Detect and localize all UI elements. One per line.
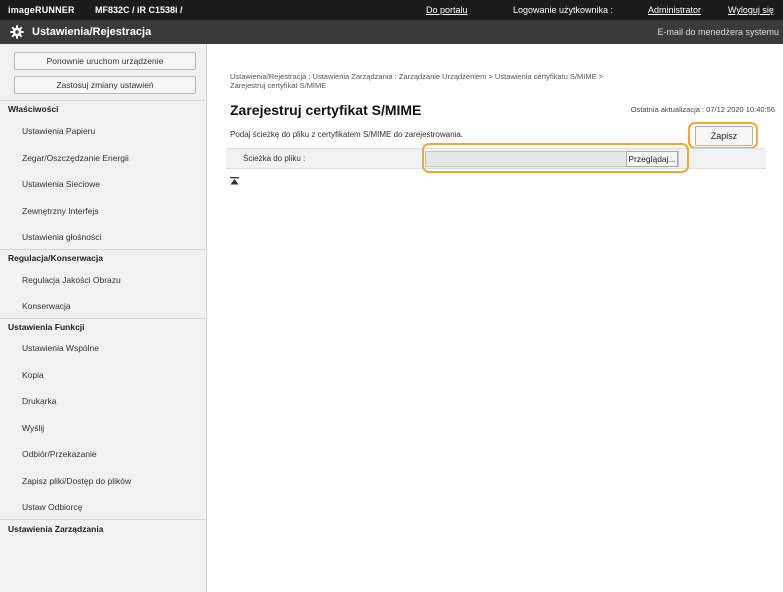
gear-icon [10,25,24,39]
section-title: Ustawienia/Rejestracja [32,26,152,38]
top-bar: imageRUNNER MF832C / iR C1538i / Do port… [0,0,783,20]
sidebar-item-set-destination[interactable]: Ustaw Odbiorcę [22,502,82,512]
sidebar-item-volume-settings[interactable]: Ustawienia głośności [22,232,101,242]
sidebar-section-management: Ustawienia Zarządzania [8,524,104,534]
file-input-highlight [422,143,689,173]
sidebar-item-network-settings[interactable]: Ustawienia Sieciowe [22,179,100,189]
logged-user-label: Logowanie użytkownika : [513,5,614,15]
sidebar-item-send[interactable]: Wyślij [22,423,44,433]
sidebar-item-store-access-files[interactable]: Zapisz pliki/Dostęp do plików [22,476,131,486]
apply-settings-button[interactable]: Zastosuj zmiany ustawień [14,76,196,94]
divider [0,519,207,520]
save-button[interactable]: Zapisz [695,126,753,146]
divider [0,100,207,101]
main-content: Ustawienia/Rejestracja : Ustawienia Zarz… [207,44,783,592]
sidebar-item-timer-energy[interactable]: Zegar/Oszczędzanie Energii [22,153,129,163]
sidebar-item-common-settings[interactable]: Ustawienia Wspólne [22,343,99,353]
sidebar-item-receive-forward[interactable]: Odbiór/Przekazanie [22,449,97,459]
sidebar-item-printer[interactable]: Drukarka [22,396,56,406]
page-title: Zarejestruj certyfikat S/MIME [230,102,422,118]
sidebar-item-paper-settings[interactable]: Ustawienia Papieru [22,126,95,136]
file-path-label: Ścieżka do pliku : [243,154,306,163]
sidebar-item-external-interface[interactable]: Zewnętrzny Interfejs [22,206,99,216]
sidebar-item-maintenance[interactable]: Konserwacja [22,301,71,311]
restart-device-button[interactable]: Ponownie uruchom urządzenie [14,52,196,70]
brand-label: imageRUNNER [8,5,75,15]
sidebar: Ponownie uruchom urządzenie Zastosuj zmi… [0,44,207,592]
breadcrumb: Ustawienia/Rejestracja : Ustawienia Zarz… [230,72,770,90]
sidebar-section-adjustment: Regulacja/Konserwacja [8,253,103,263]
model-label: MF832C / iR C1538i / [95,5,183,15]
last-update-label: Ostatnia aktualizacja : 07/12 2020 10:40… [630,105,775,114]
description-text: Podaj ścieżkę do pliku z certyfikatem S/… [230,130,463,139]
sidebar-section-function-settings: Ustawienia Funkcji [8,322,85,332]
portal-link[interactable]: Do portalu [426,5,468,15]
logout-link[interactable]: Wyloguj się [728,5,774,15]
user-name-link[interactable]: Administrator [648,5,701,15]
divider [0,249,207,250]
back-to-top-icon[interactable] [230,177,239,185]
breadcrumb-line-1[interactable]: Ustawienia/Rejestracja : Ustawienia Zarz… [230,72,770,81]
sidebar-section-preferences: Właściwości [8,104,59,114]
title-bar: Ustawienia/Rejestracja E-mail do menedże… [0,20,783,44]
sidebar-item-image-quality[interactable]: Regulacja Jakości Obrazu [22,275,121,285]
divider [0,318,207,319]
sidebar-item-copy[interactable]: Kopia [22,370,44,380]
email-admin-link[interactable]: E-mail do menedżera systemu [657,27,779,37]
breadcrumb-line-2: Zarejestruj certyfikat S/MIME [230,81,327,90]
